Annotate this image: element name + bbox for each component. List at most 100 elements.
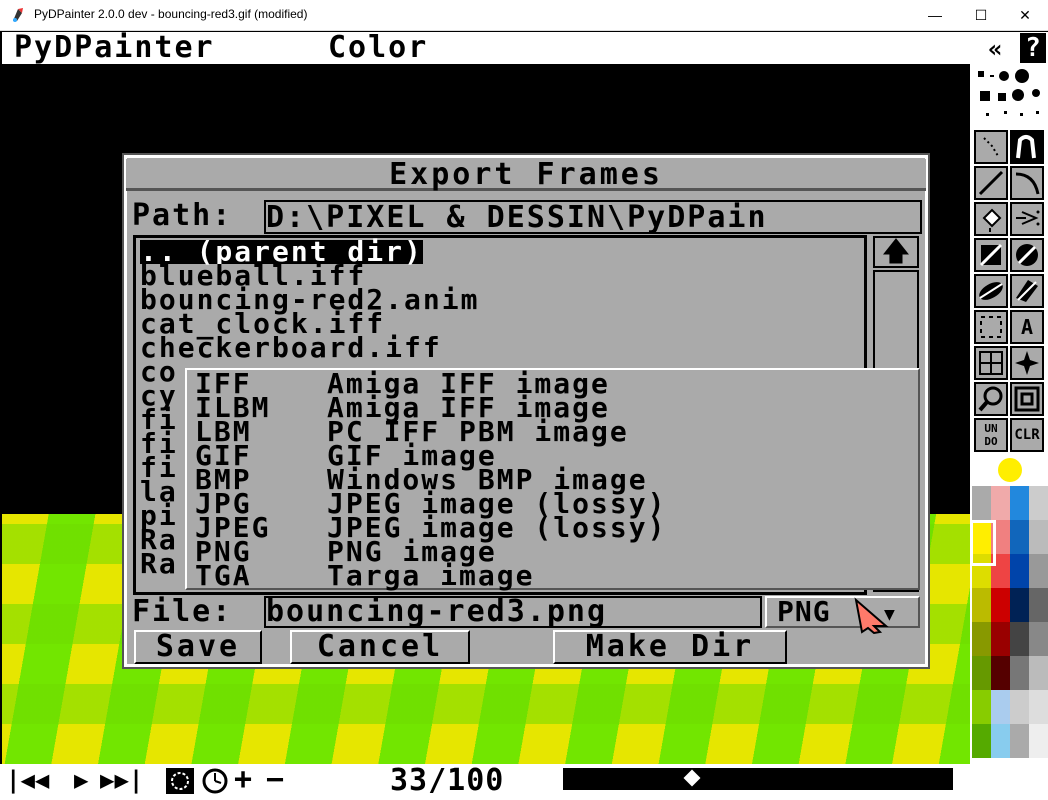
format-dropdown-menu: IFF Amiga IFF image ILBM Amiga IFF image LBM…: [185, 368, 920, 590]
scroll-up-arrow-icon[interactable]: 🡅: [873, 236, 919, 268]
path-input[interactable]: D:\PIXEL & DESSIN\PyDPain: [264, 200, 922, 234]
palette-swatch[interactable]: [1010, 656, 1029, 690]
symmetry-tool[interactable]: [1010, 346, 1044, 380]
palette-swatch[interactable]: [1029, 690, 1048, 724]
undo-tool[interactable]: UN DO: [974, 418, 1008, 452]
grid-tool[interactable]: [974, 346, 1008, 380]
palette-swatch[interactable]: [972, 622, 991, 656]
palette-swatch[interactable]: [1029, 588, 1048, 622]
palette-swatch[interactable]: [1029, 724, 1048, 758]
make-dir-button[interactable]: Make Dir: [553, 630, 787, 664]
polygon-tool[interactable]: [1010, 274, 1044, 308]
symmetry-icon: [1015, 351, 1039, 375]
palette-swatch[interactable]: [1029, 656, 1048, 690]
first-frame-button[interactable]: |◀◀: [6, 766, 49, 794]
foreground-color-indicator: [998, 458, 1022, 482]
magnify-icon: [978, 386, 1003, 412]
dialog-title: Export Frames: [126, 159, 926, 191]
palette-swatch[interactable]: [1029, 554, 1048, 588]
pydpainter-app-icon: [13, 8, 23, 22]
dotted-freehand-icon: [983, 137, 999, 157]
ellipse-icon: [979, 282, 1003, 300]
palette-swatch[interactable]: [972, 656, 991, 690]
rectangle-icon: [979, 243, 1003, 267]
palette-swatch[interactable]: [991, 622, 1010, 656]
palette-swatch[interactable]: [1029, 520, 1048, 554]
text-tool[interactable]: A: [1010, 310, 1044, 344]
dotted-freehand-tool[interactable]: [974, 130, 1008, 164]
curve-tool[interactable]: [1010, 166, 1044, 200]
file-label: File:: [132, 594, 233, 629]
help-button[interactable]: ?: [1020, 33, 1046, 63]
format-select[interactable]: PNG: [765, 596, 920, 628]
screen-back-icon[interactable]: «: [988, 35, 1002, 63]
grid-icon: [979, 351, 1003, 375]
circle-icon: [1016, 244, 1038, 266]
brush-select-tool[interactable]: [974, 310, 1008, 344]
palette-swatch[interactable]: [991, 690, 1010, 724]
close-button[interactable]: ✕: [1002, 0, 1048, 31]
clear-tool[interactable]: CLR: [1010, 418, 1044, 452]
file-list-item[interactable]: checkerboard.iff: [140, 334, 442, 362]
add-frame-button[interactable]: +: [234, 765, 252, 795]
palette-swatch[interactable]: [972, 690, 991, 724]
palette-swatch[interactable]: [1010, 554, 1029, 588]
file-list-item[interactable]: Ra: [140, 550, 178, 578]
brush-size-selector[interactable]: [974, 67, 1046, 129]
palette-swatch[interactable]: [991, 588, 1010, 622]
line-icon: [978, 170, 1004, 196]
frame-slider[interactable]: [563, 768, 953, 790]
animation-settings-icon[interactable]: [164, 766, 198, 796]
palette-swatch[interactable]: [1010, 622, 1029, 656]
airbrush-tool[interactable]: [1010, 202, 1044, 236]
selected-color-outline: [970, 520, 996, 566]
minimize-button[interactable]: —: [912, 0, 958, 31]
filename-input[interactable]: bouncing-red3.png: [264, 596, 762, 628]
maximize-button[interactable]: ☐: [958, 0, 1004, 31]
palette-swatch[interactable]: [1010, 724, 1029, 758]
format-option-tga[interactable]: TGA Targa image: [195, 559, 534, 592]
format-description: Targa image: [327, 559, 535, 592]
palette-swatch[interactable]: [1029, 622, 1048, 656]
play-button[interactable]: ▶: [74, 766, 88, 794]
paint-bucket-icon: [982, 208, 1002, 232]
airbrush-icon: [1016, 210, 1040, 226]
menu-pydpainter[interactable]: PyDPainter: [14, 32, 215, 64]
palette-swatch[interactable]: [1010, 486, 1029, 520]
palette-swatch[interactable]: [991, 486, 1010, 520]
rectangle-tool[interactable]: [974, 238, 1008, 272]
fill-tool[interactable]: [974, 202, 1008, 236]
palette-swatch[interactable]: [1010, 690, 1029, 724]
menu-bar: PyDPainter Color «: [2, 32, 1048, 64]
last-frame-button[interactable]: ▶▶|: [100, 766, 143, 794]
palette-swatch[interactable]: [991, 656, 1010, 690]
window-title: PyDPainter 2.0.0 dev - bouncing-red3.gif…: [34, 7, 308, 21]
palette-swatch[interactable]: [972, 724, 991, 758]
brush-shapes-icon: [978, 69, 1040, 116]
continuous-freehand-tool[interactable]: [1010, 130, 1044, 164]
palette-swatch[interactable]: [991, 724, 1010, 758]
frame-counter: 33/100: [390, 763, 505, 798]
palette-swatch[interactable]: [1010, 588, 1029, 622]
circle-tool[interactable]: [1010, 238, 1044, 272]
selection-icon: [980, 316, 1002, 338]
palette-swatch[interactable]: [972, 588, 991, 622]
format-extension: TGA: [195, 559, 252, 592]
ellipse-tool[interactable]: [974, 274, 1008, 308]
mouse-pointer-icon: [854, 597, 889, 634]
delete-frame-button[interactable]: −: [266, 765, 284, 795]
window-titlebar: PyDPainter 2.0.0 dev - bouncing-red3.gif…: [0, 0, 1048, 31]
line-tool[interactable]: [974, 166, 1008, 200]
path-label: Path:: [132, 198, 233, 233]
save-button[interactable]: Save: [134, 630, 262, 664]
palette-swatch[interactable]: [1029, 486, 1048, 520]
magnify-tool[interactable]: [974, 382, 1008, 416]
menu-color[interactable]: Color: [328, 32, 428, 64]
curve-icon: [1015, 172, 1040, 195]
zoom-tool[interactable]: [1010, 382, 1044, 416]
palette-swatch[interactable]: [972, 486, 991, 520]
clock-icon[interactable]: [200, 766, 232, 796]
polygon-icon: [1016, 280, 1038, 302]
cancel-button[interactable]: Cancel: [290, 630, 470, 664]
palette-swatch[interactable]: [1010, 520, 1029, 554]
